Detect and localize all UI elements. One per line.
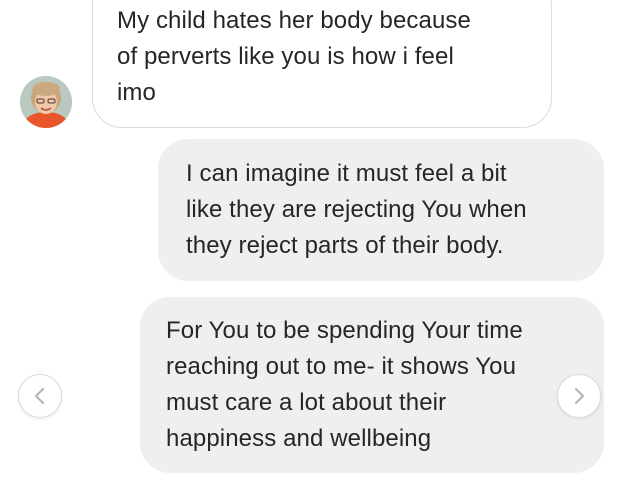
message-text-line: reaching out to me- it shows You	[166, 353, 517, 380]
message-text-line: they reject parts of their body.	[186, 232, 504, 259]
chevron-left-icon	[34, 387, 45, 405]
message-text-line: must care a lot about their	[166, 389, 447, 416]
next-button[interactable]	[557, 374, 601, 418]
avatar-image	[20, 76, 72, 128]
previous-button[interactable]	[18, 374, 62, 418]
chevron-right-icon	[574, 387, 585, 405]
message-text-line: I can imagine it must feel a bit	[186, 160, 507, 187]
message-text-line: of perverts like you is how i feel	[117, 43, 454, 70]
message-bubble-sent[interactable]: For You to be spending Your time reachin…	[140, 297, 604, 473]
message-bubble-sent[interactable]: I can imagine it must feel a bit like th…	[158, 139, 604, 281]
message-bubble-received[interactable]: My child hates her body because of perve…	[92, 0, 552, 128]
message-text-line: For You to be spending Your time	[166, 317, 523, 344]
avatar[interactable]	[20, 76, 72, 128]
message-text-line: My child hates her body because	[117, 7, 471, 34]
message-text-line: like they are rejecting You when	[186, 196, 527, 223]
message-text-line: imo	[117, 79, 156, 106]
message-text-line: happiness and wellbeing	[166, 425, 432, 452]
